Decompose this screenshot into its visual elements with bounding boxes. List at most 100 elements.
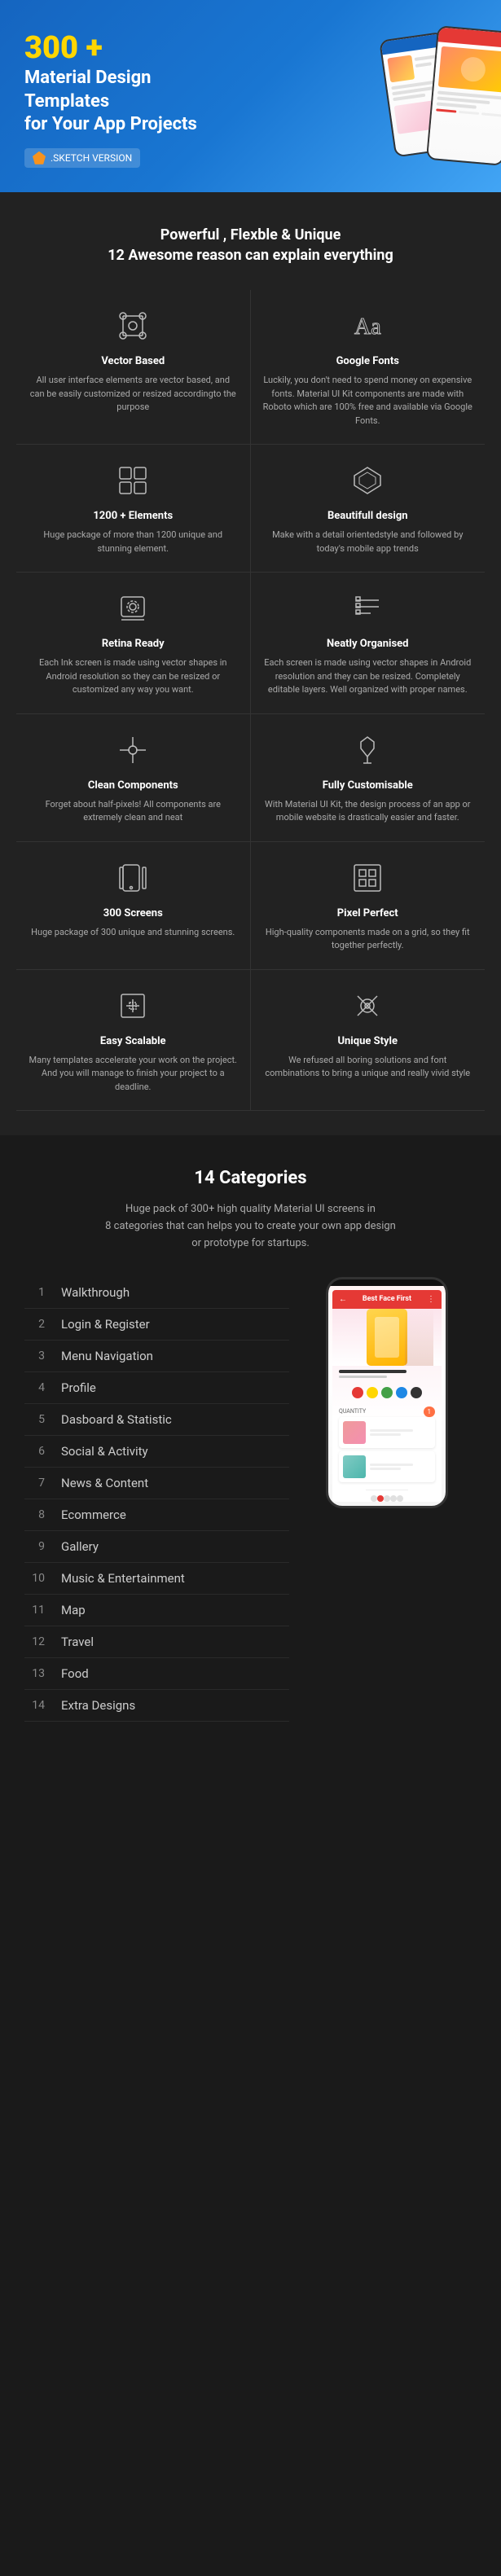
category-label: Profile [61, 1380, 96, 1395]
category-item: 10 Music & Entertainment [24, 1563, 289, 1595]
feature-300-screens: 300 Screens Huge package of 300 unique a… [16, 842, 251, 970]
category-number: 7 [24, 1477, 45, 1490]
category-item: 13 Food [24, 1658, 289, 1690]
features-section: Powerful , Flexble & Unique 12 Awesome r… [0, 192, 501, 1135]
category-label: Ecommerce [61, 1507, 126, 1522]
phone-showcase: ← Best Face First ⋮ [297, 1277, 477, 1508]
feature-desc: Forget about half-pixels! All components… [29, 798, 238, 825]
category-number: 3 [24, 1349, 45, 1363]
nav-dot-active [377, 1495, 384, 1502]
feature-clean-components: Clean Components Forget about half-pixel… [16, 714, 251, 842]
app-header-more: ⋮ [427, 1295, 435, 1304]
category-item: 11 Map [24, 1595, 289, 1626]
svg-text:Aa: Aa [354, 314, 381, 340]
sketch-badge: .SKETCH VERSION [24, 148, 140, 168]
feature-desc: Huge package of more than 1200 unique an… [29, 529, 238, 555]
category-number: 6 [24, 1445, 45, 1458]
easy-scalable-icon [113, 986, 152, 1025]
category-item: 7 News & Content [24, 1468, 289, 1499]
hero-title: Material Design Templates for Your App P… [24, 67, 273, 137]
feature-fully-customisable: Fully Customisable With Material UI Kit,… [251, 714, 486, 842]
sketch-icon [33, 151, 46, 165]
feature-name: Unique Style [263, 1035, 473, 1047]
app-header-title: Best Face First [363, 1295, 411, 1303]
clean-components-icon [113, 731, 152, 770]
feature-desc: High-quality components made on a grid, … [263, 926, 473, 953]
category-number: 8 [24, 1508, 45, 1521]
category-number: 1 [24, 1286, 45, 1299]
feature-desc: With Material UI Kit, the design process… [263, 798, 473, 825]
feature-desc: Huge package of 300 unique and stunning … [29, 926, 238, 940]
feature-desc: Each Ink screen is made using vector sha… [29, 656, 238, 697]
feature-name: Google Fonts [263, 355, 473, 367]
categories-list: 1 Walkthrough 2 Login & Register 3 Menu … [24, 1277, 289, 1722]
category-number: 4 [24, 1381, 45, 1394]
category-label: Menu Navigation [61, 1349, 153, 1363]
vector-based-icon [113, 306, 152, 345]
category-item: 1 Walkthrough [24, 1277, 289, 1309]
feature-name: Beautifull design [263, 510, 473, 522]
feature-desc: We refused all boring solutions and font… [263, 1054, 473, 1081]
categories-section: 14 Categories Huge pack of 300+ high qua… [0, 1135, 501, 1762]
fully-customisable-icon [348, 731, 387, 770]
category-label: Gallery [61, 1539, 99, 1554]
feature-unique-style: Unique Style We refused all boring solut… [251, 970, 486, 1112]
categories-title: 14 Categories [24, 1168, 477, 1188]
feature-1200-elements: 1200 + Elements Huge package of more tha… [16, 445, 251, 573]
feature-desc: Many templates accelerate your work on t… [29, 1054, 238, 1095]
category-label: Food [61, 1666, 89, 1681]
beautiful-design-icon [348, 461, 387, 500]
hero-number: 300 + [24, 33, 273, 64]
feature-pixel-perfect: Pixel Perfect High-quality components ma… [251, 842, 486, 970]
feature-name: Clean Components [29, 779, 238, 792]
feature-name: 1200 + Elements [29, 510, 238, 522]
feature-name: Retina Ready [29, 638, 238, 650]
category-number: 13 [24, 1667, 45, 1680]
app-header-back: ← [339, 1295, 347, 1304]
category-number: 9 [24, 1540, 45, 1553]
feature-desc: Each screen is made using vector shapes … [263, 656, 473, 697]
feature-name: Neatly Organised [263, 638, 473, 650]
category-item: 5 Dasboard & Statistic [24, 1404, 289, 1436]
category-item: 6 Social & Activity [24, 1436, 289, 1468]
hero-phones-illustration [234, 0, 501, 192]
feature-name: Fully Customisable [263, 779, 473, 792]
phone-notch [371, 1279, 403, 1286]
feature-name: Vector Based [29, 355, 238, 367]
category-item: 3 Menu Navigation [24, 1341, 289, 1372]
category-number: 12 [24, 1635, 45, 1648]
feature-neatly-organised: Neatly Organised Each screen is made usi… [251, 573, 486, 714]
category-label: News & Content [61, 1476, 148, 1490]
category-item: 2 Login & Register [24, 1309, 289, 1341]
category-label: Travel [61, 1635, 94, 1649]
category-label: Music & Entertainment [61, 1571, 185, 1586]
feature-desc: Make with a detail orientedstyle and fol… [263, 529, 473, 555]
hero-section: 300 + Material Design Templates for Your… [0, 0, 501, 192]
unique-style-icon [348, 986, 387, 1025]
feature-name: Easy Scalable [29, 1035, 238, 1047]
feature-desc: All user interface elements are vector b… [29, 374, 238, 415]
category-label: Extra Designs [61, 1698, 135, 1713]
nav-dot [390, 1495, 397, 1502]
category-number: 5 [24, 1413, 45, 1426]
retina-ready-icon [113, 589, 152, 628]
nav-dot [384, 1495, 390, 1502]
category-label: Dasboard & Statistic [61, 1412, 172, 1427]
category-number: 14 [24, 1699, 45, 1712]
category-number: 2 [24, 1318, 45, 1331]
category-label: Social & Activity [61, 1444, 148, 1459]
elements-icon [113, 461, 152, 500]
neatly-organised-icon [348, 589, 387, 628]
category-number: 11 [24, 1604, 45, 1617]
phone-screen: ← Best Face First ⋮ [328, 1286, 446, 1506]
feature-beautiful-design: Beautifull design Make with a detail ori… [251, 445, 486, 573]
feature-desc: Luckily, you don't need to spend money o… [263, 374, 473, 428]
category-item: 9 Gallery [24, 1531, 289, 1563]
category-label: Map [61, 1603, 86, 1617]
category-number: 10 [24, 1572, 45, 1585]
300-screens-icon [113, 858, 152, 897]
categories-subtitle: Huge pack of 300+ high quality Material … [24, 1201, 477, 1252]
category-label: Walkthrough [61, 1285, 130, 1300]
category-item: 14 Extra Designs [24, 1690, 289, 1722]
feature-retina-ready: Retina Ready Each Ink screen is made usi… [16, 573, 251, 714]
